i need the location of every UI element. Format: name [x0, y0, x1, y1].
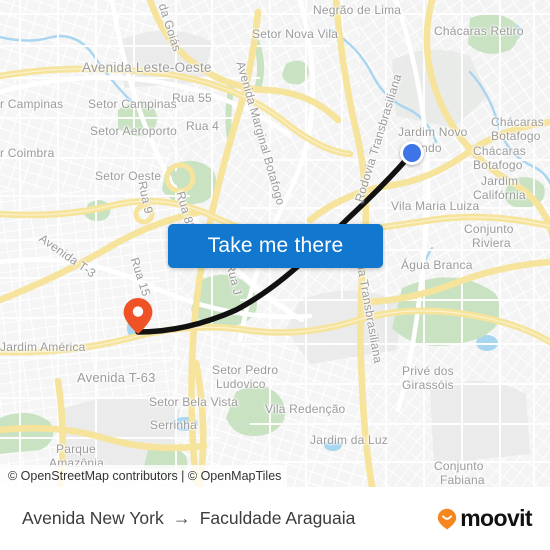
take-me-there-button[interactable]: Take me there [168, 224, 383, 268]
moovit-pin-icon [437, 508, 457, 530]
destination-dot-marker[interactable] [400, 141, 424, 165]
moovit-logo[interactable]: moovit [437, 505, 533, 532]
map-screenshot: Negrão de Lima Chácaras Retiro Avenida Les… [0, 0, 550, 550]
route-origin-label: Avenida New York [22, 508, 164, 528]
take-me-there-label: Take me there [207, 234, 344, 257]
map-canvas[interactable]: Negrão de Lima Chácaras Retiro Avenida Les… [0, 0, 550, 487]
arrow-right-icon: → [172, 508, 191, 528]
moovit-wordmark: moovit [460, 505, 532, 531]
route-summary: Avenida New York → Faculdade Araguaia [22, 508, 355, 529]
footer-bar: Avenida New York → Faculdade Araguaia mo… [0, 487, 550, 550]
route-destination-label: Faculdade Araguaia [199, 508, 356, 528]
map-attribution[interactable]: © OpenStreetMap contributors | © OpenMap… [0, 465, 288, 487]
